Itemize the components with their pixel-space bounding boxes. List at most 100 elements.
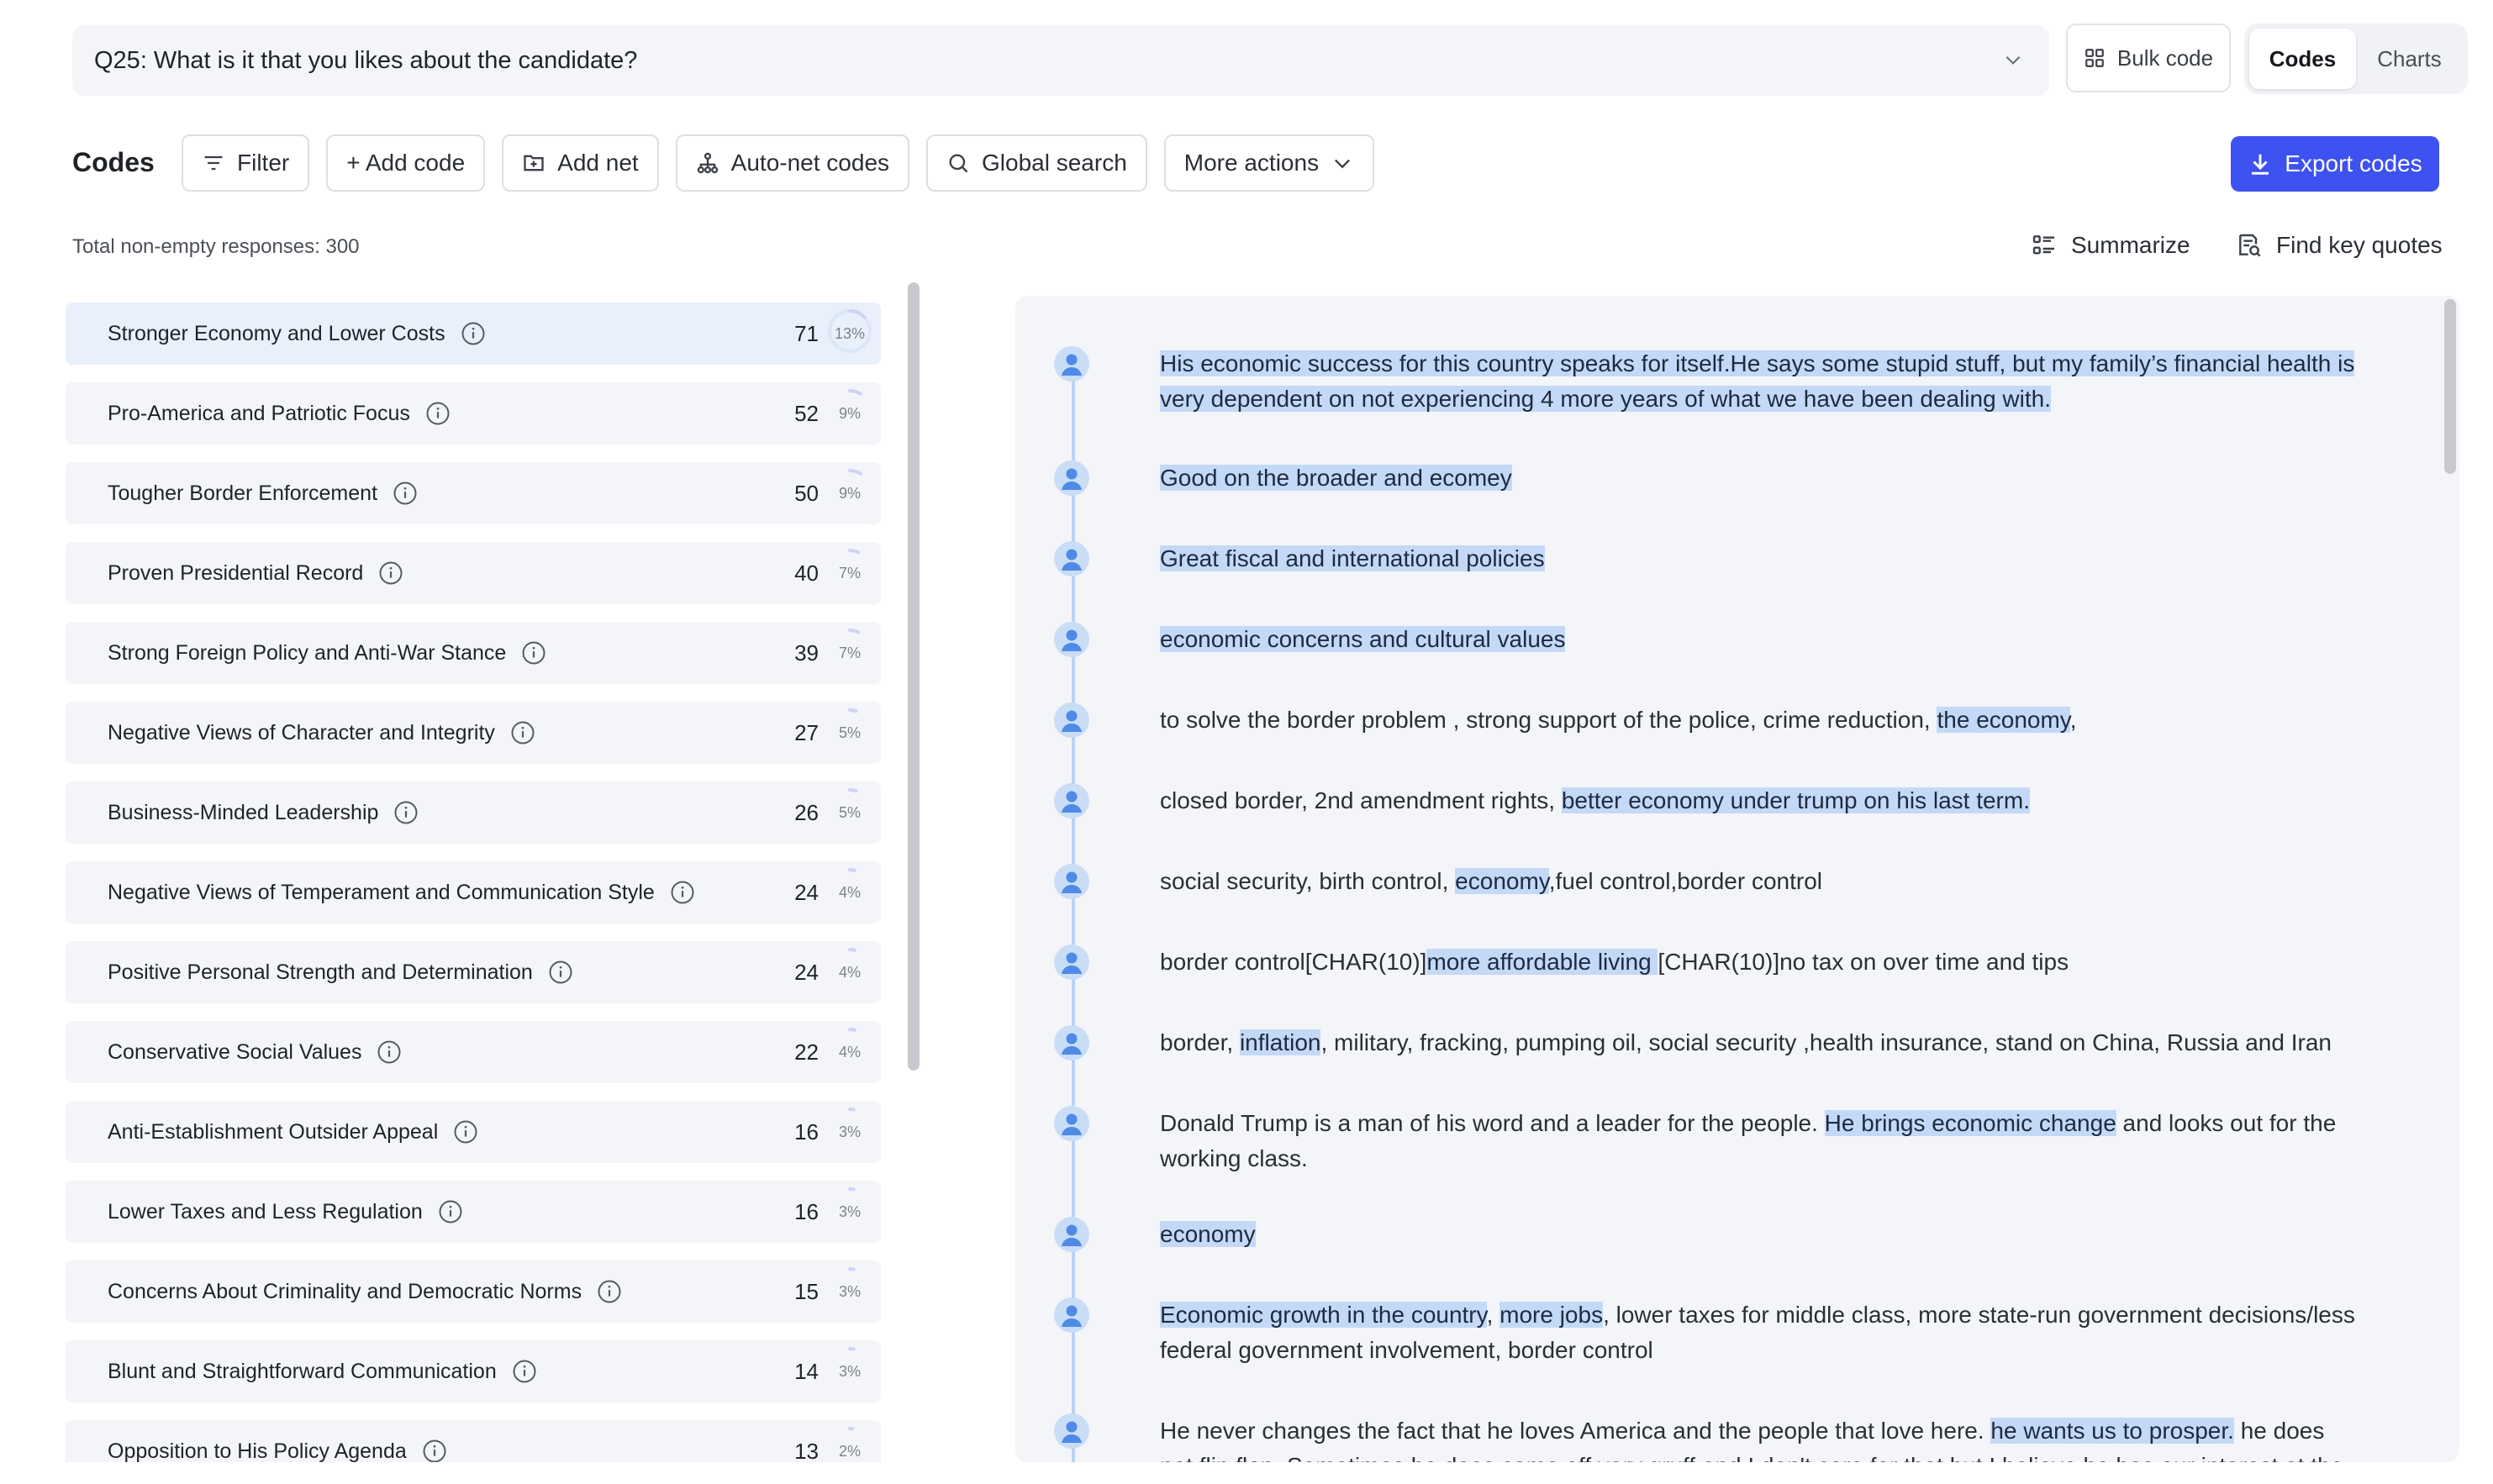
- text-segment: border,: [1160, 1029, 1240, 1055]
- tab-codes[interactable]: Codes: [2249, 29, 2356, 89]
- info-icon[interactable]: [393, 800, 419, 825]
- bulk-code-button[interactable]: Bulk code: [2066, 24, 2231, 92]
- add-net-button[interactable]: Add net: [502, 134, 659, 192]
- auto-net-button[interactable]: Auto-net codes: [675, 134, 910, 192]
- user-avatar-icon: [1054, 1413, 1089, 1449]
- summarize-label: Summarize: [2071, 232, 2190, 258]
- highlighted-segment[interactable]: he wants us to prosper.: [1990, 1418, 2234, 1444]
- code-count: 52: [794, 400, 819, 426]
- chevron-down-icon: [1335, 159, 1351, 169]
- highlighted-segment[interactable]: He brings economic change: [1824, 1110, 2116, 1136]
- code-row[interactable]: Negative Views of Character and Integrit…: [66, 702, 881, 764]
- code-row[interactable]: Stronger Economy and Lower Costs 71 13%: [66, 303, 881, 365]
- info-icon[interactable]: [512, 1359, 537, 1384]
- info-icon[interactable]: [521, 640, 546, 666]
- code-row[interactable]: Business-Minded Leadership 26 5%: [66, 781, 881, 844]
- code-label: Business-Minded Leadership: [108, 800, 379, 824]
- code-row[interactable]: Concerns About Criminality and Democrati…: [66, 1260, 881, 1323]
- code-row[interactable]: Positive Personal Strength and Determina…: [66, 941, 881, 1003]
- highlighted-segment[interactable]: Great fiscal and international policies: [1160, 545, 1545, 571]
- code-percent: 5%: [838, 724, 861, 741]
- highlighted-segment[interactable]: His economic success for this country sp…: [1160, 350, 2355, 412]
- user-avatar-icon: [1054, 622, 1089, 657]
- response-text: border, inflation, military, fracking, p…: [1160, 1025, 2362, 1060]
- add-code-label: + Add code: [346, 150, 466, 176]
- code-count: 15: [794, 1278, 819, 1304]
- highlighted-segment[interactable]: economy: [1160, 1221, 1256, 1247]
- add-code-button[interactable]: + Add code: [326, 134, 486, 192]
- text-segment: social security, birth control,: [1160, 868, 1456, 894]
- code-label: Concerns About Criminality and Democrati…: [108, 1279, 582, 1303]
- info-icon[interactable]: [510, 720, 535, 745]
- code-label: Tougher Border Enforcement: [108, 481, 378, 505]
- highlighted-segment[interactable]: economy: [1455, 868, 1549, 894]
- code-percent: 4%: [838, 883, 861, 901]
- info-icon[interactable]: [453, 1119, 478, 1145]
- highlighted-segment[interactable]: more affordable living: [1426, 949, 1658, 975]
- code-count: 40: [794, 560, 819, 586]
- code-list-scrollbar[interactable]: [908, 282, 920, 1071]
- folder-plus-icon: [524, 155, 544, 171]
- code-count: 24: [794, 879, 819, 905]
- info-icon[interactable]: [425, 401, 451, 426]
- code-percent: 4%: [838, 963, 861, 981]
- highlighted-segment[interactable]: the economy: [1937, 707, 2070, 733]
- highlighted-segment[interactable]: inflation: [1239, 1029, 1321, 1055]
- code-row[interactable]: Lower Taxes and Less Regulation 16 3%: [66, 1181, 881, 1243]
- info-icon[interactable]: [461, 321, 486, 346]
- response-text: economy: [1160, 1217, 2362, 1252]
- more-actions-button[interactable]: More actions: [1163, 134, 1375, 192]
- info-icon[interactable]: [378, 560, 403, 586]
- highlighted-segment[interactable]: Good on the broader and ecomey: [1160, 465, 1512, 491]
- code-row[interactable]: Anti-Establishment Outsider Appeal 16 3%: [66, 1101, 881, 1163]
- view-toggle: Codes Charts: [2244, 24, 2468, 94]
- info-icon[interactable]: [377, 1039, 402, 1065]
- info-icon[interactable]: [393, 481, 418, 506]
- response-text: economic concerns and cultural values: [1160, 622, 2362, 657]
- text-segment: ,fuel control,border control: [1548, 868, 1822, 894]
- tab-charts[interactable]: Charts: [2356, 29, 2463, 89]
- more-actions-label: More actions: [1183, 150, 1320, 176]
- global-search-button[interactable]: Global search: [926, 134, 1147, 192]
- filter-icon: [204, 155, 223, 171]
- highlighted-segment[interactable]: better economy under trump on his last t…: [1561, 787, 2030, 813]
- question-select[interactable]: Q25: What is it that you likes about the…: [72, 25, 2049, 96]
- info-icon[interactable]: [422, 1439, 447, 1462]
- code-row[interactable]: Strong Foreign Policy and Anti-War Stanc…: [66, 622, 881, 684]
- find-key-quotes-button[interactable]: Find key quotes: [2236, 232, 2443, 259]
- info-icon[interactable]: [548, 960, 573, 985]
- code-row[interactable]: Conservative Social Values 22 4%: [66, 1021, 881, 1083]
- info-icon[interactable]: [670, 880, 695, 905]
- code-label: Stronger Economy and Lower Costs: [108, 321, 445, 345]
- code-row[interactable]: Opposition to His Policy Agenda 13 2%: [66, 1420, 881, 1462]
- user-avatar-icon: [1054, 1217, 1089, 1252]
- text-segment: He never changes the fact that he loves …: [1160, 1418, 1991, 1444]
- code-percent: 4%: [838, 1043, 861, 1060]
- text-segment: [CHAR(10)]no tax on over time and tips: [1658, 949, 2069, 975]
- text-segment: ,: [1486, 1302, 1500, 1328]
- summarize-button[interactable]: Summarize: [2031, 232, 2190, 259]
- export-codes-button[interactable]: Export codes: [2231, 136, 2439, 192]
- highlighted-segment[interactable]: more jobs: [1499, 1302, 1604, 1328]
- code-label: Pro-America and Patriotic Focus: [108, 401, 410, 425]
- code-percent: 9%: [838, 484, 861, 502]
- highlighted-segment[interactable]: Economic growth in the country: [1160, 1302, 1487, 1328]
- info-icon[interactable]: [597, 1279, 622, 1304]
- text-segment: ,: [2069, 707, 2077, 733]
- code-percent: 3%: [838, 1202, 861, 1220]
- response-text: social security, birth control, economy,…: [1160, 864, 2362, 899]
- filter-button[interactable]: Filter: [182, 134, 310, 192]
- code-row[interactable]: Pro-America and Patriotic Focus 52 9%: [66, 382, 881, 445]
- code-label: Positive Personal Strength and Determina…: [108, 960, 533, 984]
- export-codes-label: Export codes: [2285, 150, 2422, 176]
- info-icon[interactable]: [438, 1199, 463, 1224]
- response-text: border control[CHAR(10)]more affordable …: [1160, 945, 2362, 980]
- code-percent: 2%: [838, 1442, 861, 1460]
- responses-scrollbar[interactable]: [2444, 299, 2456, 474]
- code-row[interactable]: Proven Presidential Record 40 7%: [66, 542, 881, 604]
- filter-label: Filter: [237, 150, 290, 176]
- code-row[interactable]: Blunt and Straightforward Communication 1…: [66, 1340, 881, 1402]
- code-row[interactable]: Negative Views of Temperament and Commun…: [66, 861, 881, 924]
- code-row[interactable]: Tougher Border Enforcement 50 9%: [66, 462, 881, 524]
- highlighted-segment[interactable]: economic concerns and cultural values: [1160, 626, 1566, 652]
